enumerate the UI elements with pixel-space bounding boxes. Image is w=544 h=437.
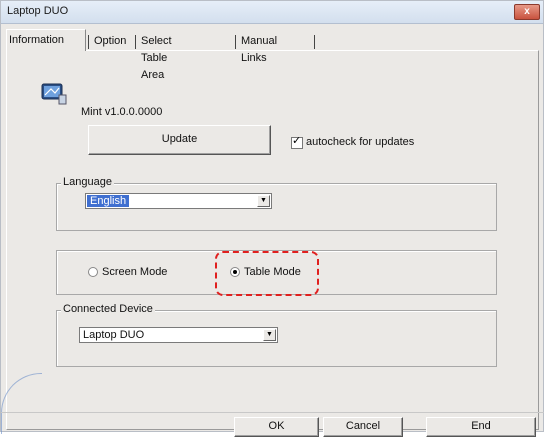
language-select[interactable]: English ▼ [85,193,272,209]
app-monitor-icon [41,83,67,105]
app-window: Laptop DUO x Information Option Select T… [0,0,544,437]
version-label: Mint v1.0.0.0000 [81,106,163,118]
tab-select-table-area[interactable]: Select Table Area [139,33,174,81]
cancel-button[interactable]: Cancel [323,417,403,437]
chevron-down-icon[interactable]: ▼ [263,329,276,341]
end-button[interactable]: End [426,417,536,437]
close-icon: x [524,6,530,17]
tab-separator [235,35,236,49]
device-select[interactable]: Laptop DUO ▼ [79,327,278,343]
window-title: Laptop DUO [7,5,69,17]
screen-mode-radio[interactable] [88,267,98,277]
update-button[interactable]: Update [88,125,271,155]
language-group-label: Language [61,176,114,188]
chevron-down-icon[interactable]: ▼ [257,195,270,207]
checkmark-icon: ✓ [292,135,302,147]
table-mode-highlight [215,251,319,296]
close-button[interactable]: x [514,4,540,20]
tab-separator [135,35,136,49]
title-bar[interactable]: Laptop DUO x [1,1,543,24]
ok-button[interactable]: OK [234,417,319,437]
connected-device-group-label: Connected Device [61,303,155,315]
tab-option[interactable]: Option [92,33,128,51]
screen-mode-label: Screen Mode [102,266,168,278]
tab-separator [314,35,315,49]
tab-separator [88,35,89,49]
autocheck-label: autocheck for updates [306,136,415,148]
language-selected-value: English [87,195,130,207]
tab-manual-links[interactable]: Manual Links [239,33,279,64]
tab-information[interactable]: Information [6,29,86,51]
device-selected-value: Laptop DUO [83,329,145,341]
